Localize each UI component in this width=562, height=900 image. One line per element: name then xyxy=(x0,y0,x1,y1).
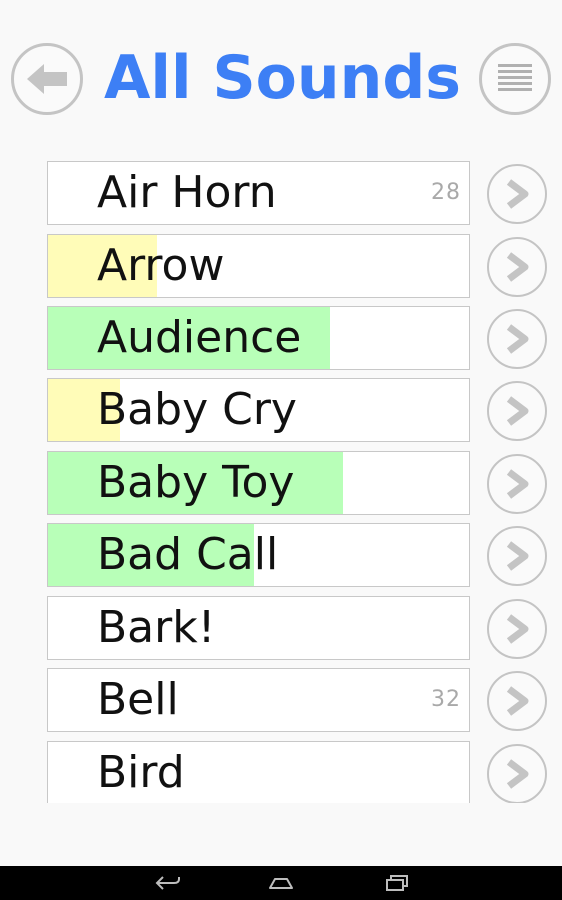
nav-recent-apps-button[interactable] xyxy=(372,866,422,900)
nav-back-button[interactable] xyxy=(143,866,193,900)
sound-item-button[interactable]: Arrow xyxy=(47,234,470,298)
nav-home-button[interactable] xyxy=(256,866,306,900)
list-item: Bark! xyxy=(0,596,562,662)
back-button[interactable] xyxy=(11,43,83,115)
sound-label: Arrow xyxy=(97,240,225,291)
menu-button[interactable] xyxy=(479,43,551,115)
chevron-right-icon xyxy=(506,396,529,426)
list-item: Bird xyxy=(0,741,562,803)
system-nav-bar xyxy=(0,866,562,900)
sound-item-button[interactable]: Air Horn 28 xyxy=(47,161,470,225)
nav-back-icon xyxy=(155,876,180,890)
sound-item-button[interactable]: Audience xyxy=(47,306,470,370)
sound-item-button[interactable]: Bark! xyxy=(47,596,470,660)
sound-item-button[interactable]: Bad Call xyxy=(47,523,470,587)
sound-label: Baby Toy xyxy=(97,457,295,508)
app-screen: All Sounds Air Horn 28 Arrow Audience Ba… xyxy=(0,0,562,900)
sound-label: Audience xyxy=(97,312,302,363)
sound-list[interactable]: Air Horn 28 Arrow Audience Baby Cry Baby… xyxy=(0,160,562,803)
sound-item-button[interactable]: Baby Cry xyxy=(47,378,470,442)
detail-button[interactable] xyxy=(487,526,547,586)
chevron-right-icon xyxy=(506,614,529,644)
sound-item-button[interactable]: Baby Toy xyxy=(47,451,470,515)
sound-label: Bell xyxy=(97,674,179,725)
detail-button[interactable] xyxy=(487,454,547,514)
chevron-right-icon xyxy=(506,469,529,499)
chevron-right-icon xyxy=(506,541,529,571)
sound-item-button[interactable]: Bird xyxy=(47,741,470,803)
detail-button[interactable] xyxy=(487,164,547,224)
chevron-right-icon xyxy=(506,686,529,716)
chevron-right-icon xyxy=(506,324,529,354)
detail-button[interactable] xyxy=(487,744,547,803)
nav-home-icon xyxy=(269,878,293,889)
list-item: Audience xyxy=(0,306,562,372)
sound-item-button[interactable]: Bell 32 xyxy=(47,668,470,732)
nav-recent-apps-icon xyxy=(386,875,408,891)
list-item: Baby Toy xyxy=(0,451,562,517)
list-item: Bell 32 xyxy=(0,668,562,734)
detail-button[interactable] xyxy=(487,599,547,659)
list-item: Air Horn 28 xyxy=(0,161,562,227)
list-item: Baby Cry xyxy=(0,378,562,444)
list-item: Bad Call xyxy=(0,523,562,589)
header: All Sounds xyxy=(0,0,562,150)
list-lines-icon xyxy=(498,64,532,91)
play-count: 28 xyxy=(431,180,461,205)
sound-label: Baby Cry xyxy=(97,384,297,435)
arrow-left-icon xyxy=(27,64,67,94)
sound-label: Bird xyxy=(97,747,185,798)
chevron-right-icon xyxy=(506,759,529,789)
page-title: All Sounds xyxy=(104,43,461,113)
detail-button[interactable] xyxy=(487,237,547,297)
chevron-right-icon xyxy=(506,252,529,282)
detail-button[interactable] xyxy=(487,671,547,731)
chevron-right-icon xyxy=(506,179,529,209)
sound-label: Bad Call xyxy=(97,529,279,580)
detail-button[interactable] xyxy=(487,381,547,441)
sound-label: Air Horn xyxy=(97,167,277,218)
sound-label: Bark! xyxy=(97,602,216,653)
detail-button[interactable] xyxy=(487,309,547,369)
play-count: 32 xyxy=(431,687,461,712)
list-item: Arrow xyxy=(0,234,562,300)
